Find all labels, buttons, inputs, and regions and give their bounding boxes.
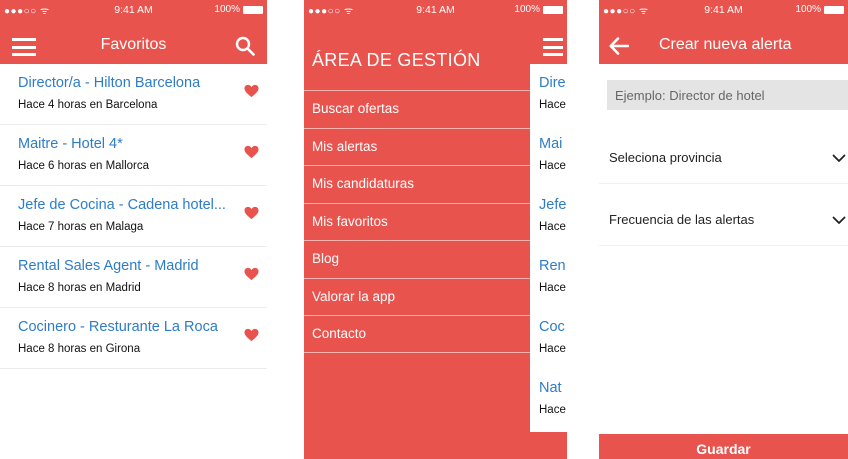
job-subtitle: Hace xyxy=(539,343,566,355)
job-title: Jefe xyxy=(539,197,567,213)
battery-icon xyxy=(243,5,263,14)
job-title[interactable]: Director/a - Hilton Barcelona xyxy=(18,75,200,91)
battery-percent: 100% xyxy=(214,4,240,15)
job-title[interactable]: Rental Sales Agent - Madrid xyxy=(18,258,199,274)
drawer-screen: ●●●○○ ᯤ 9:41 AM 100% ÁREA DE GESTIÓN Bus… xyxy=(304,0,567,459)
frequency-label: Frecuencia de las alertas xyxy=(609,212,755,227)
job-subtitle: Hace xyxy=(539,99,566,111)
heart-icon[interactable] xyxy=(244,145,259,159)
drawer-title: ÁREA DE GESTIÓN xyxy=(312,50,481,70)
drawer-item-valorar-app[interactable]: Valorar la app xyxy=(304,277,530,316)
job-title: Dire xyxy=(539,75,566,91)
keyword-field[interactable] xyxy=(607,80,848,110)
battery-percent: 100% xyxy=(795,4,821,15)
province-label: Seleciona provincia xyxy=(609,150,722,165)
job-subtitle: Hace 7 horas en Malaga xyxy=(18,221,144,233)
keyword-input[interactable] xyxy=(607,80,848,110)
job-title[interactable]: Jefe de Cocina - Cadena hotel... xyxy=(18,197,226,213)
menu-icon[interactable] xyxy=(543,38,563,56)
search-icon[interactable] xyxy=(235,36,255,56)
job-title[interactable]: Maitre - Hotel 4* xyxy=(18,136,123,152)
page-title: Favoritos xyxy=(100,36,167,53)
favorites-list: Director/a - Hilton Barcelona Hace 4 hor… xyxy=(0,64,267,369)
job-subtitle: Hace 4 horas en Barcelona xyxy=(18,99,158,111)
job-subtitle: Hace xyxy=(539,282,566,294)
drawer-item-mis-favoritos[interactable]: Mis favoritos xyxy=(304,202,530,241)
frequency-select[interactable]: Frecuencia de las alertas xyxy=(599,194,848,246)
drawer-menu: Buscar ofertas Mis alertas Mis candidatu… xyxy=(304,90,530,353)
back-arrow-icon[interactable] xyxy=(609,37,629,55)
battery-indicator: 100% xyxy=(514,4,563,15)
heart-icon[interactable] xyxy=(244,328,259,342)
chevron-down-icon xyxy=(832,154,846,162)
drawer-item-blog[interactable]: Blog xyxy=(304,240,530,278)
list-item: Ren Hace xyxy=(530,247,567,308)
job-title: Nat xyxy=(539,380,562,396)
job-item[interactable]: Cocinero - Resturante La Roca Hace 8 hor… xyxy=(0,308,267,369)
job-subtitle: Hace xyxy=(539,404,566,416)
list-item: Mai Hace xyxy=(530,125,567,186)
heart-icon[interactable] xyxy=(244,267,259,281)
job-subtitle: Hace xyxy=(539,221,566,233)
job-item[interactable]: Director/a - Hilton Barcelona Hace 4 hor… xyxy=(0,64,267,125)
job-title[interactable]: Cocinero - Resturante La Roca xyxy=(18,319,218,335)
drawer-item-buscar-ofertas[interactable]: Buscar ofertas xyxy=(304,90,530,128)
status-bar: ●●●○○ ᯤ 9:41 AM 100% xyxy=(0,0,267,20)
battery-icon xyxy=(543,5,563,14)
job-subtitle: Hace 8 horas en Madrid xyxy=(18,282,141,294)
battery-icon xyxy=(824,5,844,14)
app-bar: ●●●○○ ᯤ 9:41 AM 100% Favoritos xyxy=(0,0,267,64)
list-item: Dire Hace xyxy=(530,64,567,125)
drawer-item-mis-alertas[interactable]: Mis alertas xyxy=(304,127,530,166)
list-item: Coc Hace xyxy=(530,308,567,369)
heart-icon[interactable] xyxy=(244,206,259,220)
status-bar: ●●●○○ ᯤ 9:41 AM 100% xyxy=(599,0,848,20)
job-item[interactable]: Rental Sales Agent - Madrid Hace 8 horas… xyxy=(0,247,267,308)
new-alert-screen: ●●●○○ ᯤ 9:41 AM 100% Crear nueva alerta … xyxy=(599,0,848,459)
job-title: Coc xyxy=(539,319,565,335)
drawer-item-contacto[interactable]: Contacto xyxy=(304,315,530,353)
page-title: Crear nueva alerta xyxy=(659,36,792,53)
list-item: Jefe Hace xyxy=(530,186,567,247)
job-item[interactable]: Maitre - Hotel 4* Hace 6 horas en Mallor… xyxy=(0,125,267,186)
province-select[interactable]: Seleciona provincia xyxy=(599,132,848,184)
battery-indicator: 100% xyxy=(795,4,844,15)
heart-icon[interactable] xyxy=(244,84,259,98)
job-subtitle: Hace 6 horas en Mallorca xyxy=(18,160,150,172)
drawer-item-mis-candidaturas[interactable]: Mis candidaturas xyxy=(304,165,530,203)
job-item[interactable]: Jefe de Cocina - Cadena hotel... Hace 7 … xyxy=(0,186,267,247)
chevron-down-icon xyxy=(832,216,846,224)
list-item: Nat Hace xyxy=(530,369,567,430)
job-title: Mai xyxy=(539,136,563,152)
content-peek-panel[interactable]: Dire Hace Mai Hace Jefe Hace Ren Hace Co… xyxy=(530,64,567,432)
app-bar: ●●●○○ ᯤ 9:41 AM 100% Crear nueva alerta xyxy=(599,0,848,64)
job-title: Ren xyxy=(539,258,566,274)
battery-indicator: 100% xyxy=(214,4,263,15)
job-subtitle: Hace 8 horas en Girona xyxy=(18,343,141,355)
job-subtitle: Hace xyxy=(539,160,566,172)
save-button[interactable]: Guardar xyxy=(599,434,848,459)
status-bar: ●●●○○ ᯤ 9:41 AM 100% xyxy=(304,0,567,20)
battery-percent: 100% xyxy=(514,4,540,15)
favorites-screen: ●●●○○ ᯤ 9:41 AM 100% Favoritos Director/… xyxy=(0,0,267,459)
